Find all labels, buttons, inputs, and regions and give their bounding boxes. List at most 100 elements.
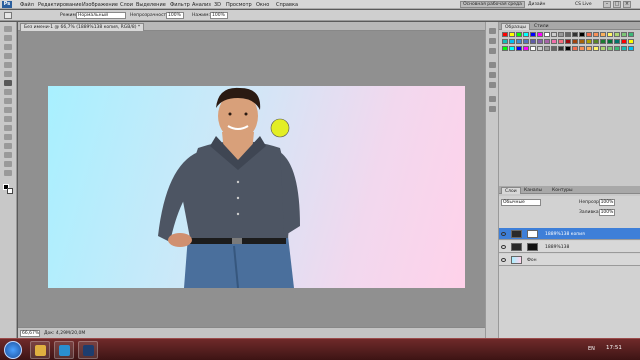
layer-opacity-input[interactable]: 100%: [599, 199, 615, 206]
color-swatch[interactable]: [509, 32, 515, 37]
gradient-tool-icon[interactable]: [4, 125, 12, 131]
color-swatch[interactable]: [572, 46, 578, 51]
color-swatch[interactable]: [579, 39, 585, 44]
tab-channels[interactable]: Каналы: [521, 187, 545, 194]
image-canvas[interactable]: [48, 86, 465, 288]
color-swatch[interactable]: [544, 32, 550, 37]
color-swatch[interactable]: [565, 46, 571, 51]
color-swatch[interactable]: [523, 32, 529, 37]
menu-help[interactable]: Справка: [276, 2, 298, 8]
zoom-field[interactable]: 66,67%: [20, 330, 40, 337]
layer-row[interactable]: 1889%138: [499, 241, 640, 253]
taskbar-app-photoshop[interactable]: [78, 341, 98, 359]
type-tool-icon[interactable]: [4, 161, 12, 167]
clock[interactable]: 17:51: [606, 345, 622, 351]
panel-icon-3[interactable]: [489, 48, 496, 54]
maximize-button[interactable]: □: [613, 1, 621, 8]
start-button[interactable]: [4, 341, 22, 359]
menu-window[interactable]: Окно: [256, 2, 269, 8]
color-swatch[interactable]: [544, 39, 550, 44]
document-tab[interactable]: Без имени-1 @ 66,7% (1889%138 копия, RGB…: [20, 23, 145, 31]
taskbar-app-explorer[interactable]: [30, 341, 50, 359]
color-swatch[interactable]: [509, 46, 515, 51]
tab-swatches[interactable]: Образцы: [501, 23, 530, 30]
color-swatch[interactable]: [558, 32, 564, 37]
color-swatch[interactable]: [593, 32, 599, 37]
color-swatch[interactable]: [614, 32, 620, 37]
workspace-button[interactable]: Основная рабочая среда: [460, 1, 525, 8]
opacity-input[interactable]: 100%: [166, 12, 184, 19]
minimize-button[interactable]: –: [603, 1, 611, 8]
menu-image[interactable]: Изображение: [82, 2, 118, 8]
color-swatch[interactable]: [593, 46, 599, 51]
color-swatch[interactable]: [600, 32, 606, 37]
color-swatch[interactable]: [600, 39, 606, 44]
pen-tool-icon[interactable]: [4, 152, 12, 158]
blur-tool-icon[interactable]: [4, 134, 12, 140]
color-swatch[interactable]: [628, 46, 634, 51]
cs-live-button[interactable]: CS Live: [575, 1, 592, 8]
clone-stamp-tool-icon[interactable]: [4, 98, 12, 104]
color-swatch[interactable]: [523, 39, 529, 44]
visibility-eye-icon[interactable]: [501, 232, 506, 236]
color-swatch[interactable]: [600, 46, 606, 51]
layer-row[interactable]: 1889%138 копия: [499, 228, 640, 240]
color-swatch[interactable]: [593, 39, 599, 44]
panel-icon-4[interactable]: [489, 62, 496, 68]
color-swatch[interactable]: [572, 32, 578, 37]
healing-tool-icon[interactable]: [4, 89, 12, 95]
color-swatch[interactable]: [579, 46, 585, 51]
visibility-eye-icon[interactable]: [501, 245, 506, 249]
color-swatch[interactable]: [621, 32, 627, 37]
color-swatch[interactable]: [628, 39, 634, 44]
color-swatch[interactable]: [586, 32, 592, 37]
tab-layers[interactable]: Слои: [501, 187, 521, 194]
color-swatch[interactable]: [516, 32, 522, 37]
menu-filter[interactable]: Фильтр: [170, 2, 190, 8]
menu-3d[interactable]: 3D: [214, 2, 221, 8]
menu-file[interactable]: Файл: [20, 2, 34, 8]
color-swatch[interactable]: [537, 46, 543, 51]
taskbar-app-browser[interactable]: [54, 341, 74, 359]
color-swatch[interactable]: [607, 32, 613, 37]
menu-view[interactable]: Просмотр: [226, 2, 252, 8]
color-swatch[interactable]: [537, 39, 543, 44]
eyedropper-tool-icon[interactable]: [4, 71, 12, 77]
keyboard-language[interactable]: EN: [588, 346, 595, 352]
color-swatch[interactable]: [516, 39, 522, 44]
color-swatch[interactable]: [530, 46, 536, 51]
panel-icon-2[interactable]: [489, 38, 496, 44]
tab-paths[interactable]: Контуры: [549, 187, 576, 194]
color-swatch[interactable]: [544, 46, 550, 51]
fill-input[interactable]: 100%: [599, 209, 615, 216]
brush-tool-icon[interactable]: [4, 80, 12, 86]
blend-mode-select[interactable]: Обычные: [501, 199, 541, 206]
quick-select-tool-icon[interactable]: [4, 53, 12, 59]
layer-row[interactable]: Фон: [499, 254, 640, 266]
brush-preset-icon[interactable]: [4, 12, 12, 19]
marquee-tool-icon[interactable]: [4, 35, 12, 41]
menu-layers[interactable]: Слои: [120, 2, 133, 8]
color-swatch[interactable]: [628, 32, 634, 37]
panel-icon-8[interactable]: [489, 106, 496, 112]
color-swatch[interactable]: [551, 46, 557, 51]
history-brush-tool-icon[interactable]: [4, 107, 12, 113]
lasso-tool-icon[interactable]: [4, 44, 12, 50]
mode-select[interactable]: Нормальный: [76, 12, 126, 19]
color-swatch[interactable]: [530, 32, 536, 37]
panel-icon-5[interactable]: [489, 72, 496, 78]
menu-select[interactable]: Выделение: [136, 2, 166, 8]
panel-icon-6[interactable]: [489, 82, 496, 88]
color-swatch[interactable]: [516, 46, 522, 51]
dodge-tool-icon[interactable]: [4, 143, 12, 149]
color-swatch[interactable]: [502, 46, 508, 51]
color-swatch[interactable]: [558, 46, 564, 51]
tab-styles[interactable]: Стили: [531, 23, 552, 30]
color-swatch[interactable]: [551, 39, 557, 44]
color-swatch[interactable]: [621, 39, 627, 44]
panel-icon-7[interactable]: [489, 96, 496, 102]
eraser-tool-icon[interactable]: [4, 116, 12, 122]
color-swatch[interactable]: [523, 46, 529, 51]
panel-icon-1[interactable]: [489, 28, 496, 34]
crop-tool-icon[interactable]: [4, 62, 12, 68]
